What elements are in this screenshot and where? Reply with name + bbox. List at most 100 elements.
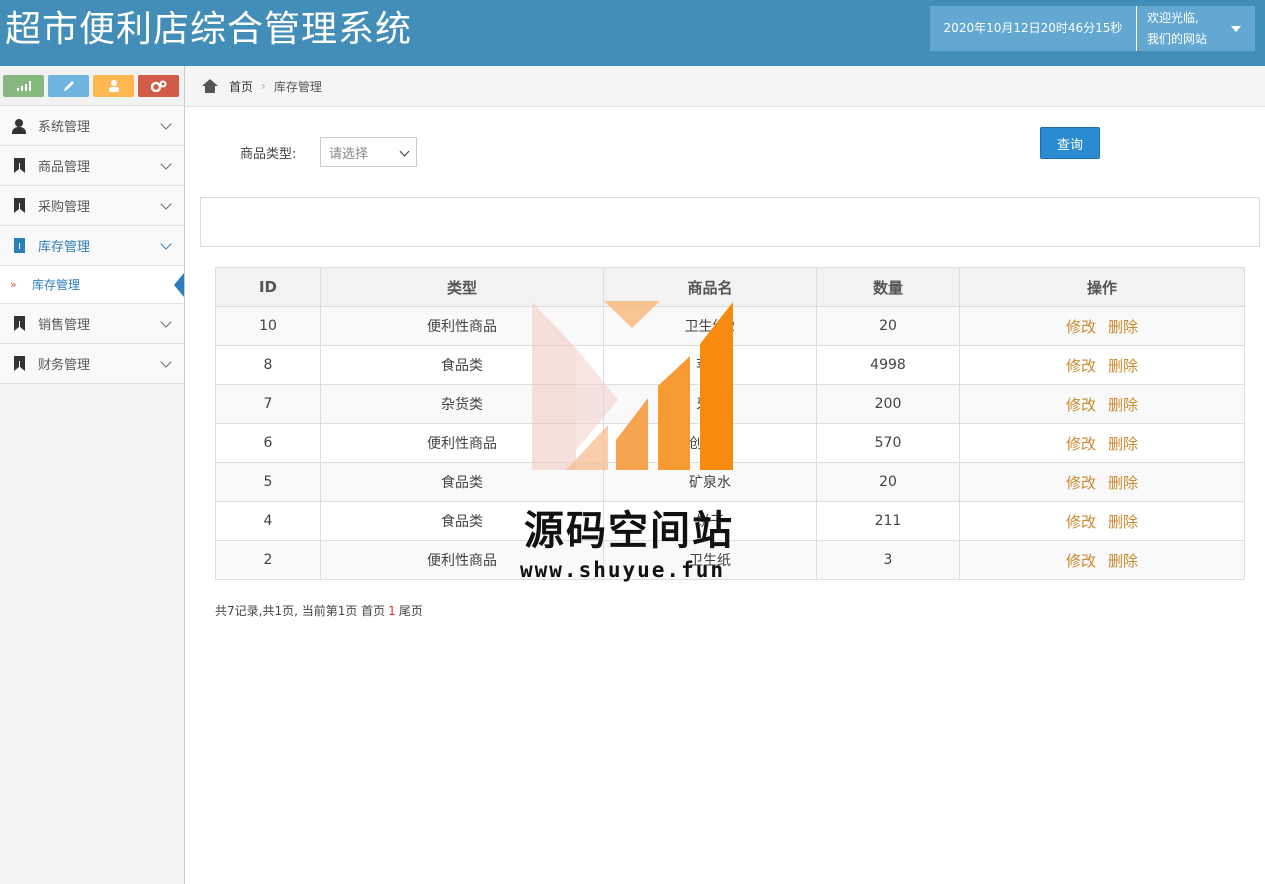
sidebar-item-system[interactable]: 系统管理	[0, 106, 184, 146]
result-panel	[200, 197, 1260, 247]
chevron-down-icon	[160, 355, 172, 368]
active-pointer-icon	[174, 273, 184, 297]
delete-link[interactable]: 删除	[1108, 474, 1138, 492]
shortcut-bar	[0, 66, 184, 106]
bookmark-icon	[0, 356, 38, 371]
sidebar-item-purchase[interactable]: 采购管理	[0, 186, 184, 226]
user-panel[interactable]: 2020年10月12日20时46分15秒 欢迎光临, 我们的网站	[930, 6, 1255, 51]
sidebar-item-label: 系统管理	[38, 120, 91, 135]
cell-actions: 修改 删除	[959, 306, 1245, 346]
chevron-down-icon	[399, 146, 410, 157]
table-row: 10 便利性商品 卫生纸2 20 修改 删除	[215, 306, 1245, 346]
submenu-item-inventory[interactable]: » 库存管理	[0, 266, 184, 304]
cell-type: 杂货类	[320, 384, 604, 424]
sidebar-item-label: 财务管理	[38, 358, 91, 373]
home-icon[interactable]	[202, 79, 218, 93]
table-row: 2 便利性商品 卫生纸 3 修改 删除	[215, 540, 1245, 580]
cogs-icon	[150, 80, 166, 92]
cell-qty: 20	[816, 306, 960, 346]
pagination: 共7记录,共1页, 当前第1页 首页 1 尾页	[215, 602, 423, 619]
cell-id: 4	[215, 501, 321, 541]
pagination-last-link[interactable]: 尾页	[399, 604, 423, 618]
cell-type: 便利性商品	[320, 306, 604, 346]
column-header-id: ID	[215, 267, 321, 307]
bookmark-icon	[0, 238, 38, 253]
edit-link[interactable]: 修改	[1066, 396, 1096, 414]
product-type-select[interactable]: 请选择	[320, 137, 417, 167]
cell-id: 6	[215, 423, 321, 463]
shortcut-signal-button[interactable]	[3, 75, 44, 97]
cell-qty: 4998	[816, 345, 960, 385]
delete-link[interactable]: 删除	[1108, 318, 1138, 336]
delete-link[interactable]: 删除	[1108, 552, 1138, 570]
table-row: 5 食品类 矿泉水 20 修改 删除	[215, 462, 1245, 502]
chevron-down-icon	[160, 117, 172, 130]
cell-name: 矿泉水	[603, 462, 817, 502]
sidebar-item-label: 库存管理	[38, 240, 91, 255]
pagination-summary: 共7记录,共1页, 当前第1页 首页	[215, 604, 386, 618]
pencil-icon	[63, 81, 74, 91]
pagination-current-page[interactable]: 1	[388, 604, 396, 618]
product-type-label: 商品类型:	[240, 147, 297, 162]
cell-type: 食品类	[320, 345, 604, 385]
delete-link[interactable]: 删除	[1108, 357, 1138, 375]
cell-id: 5	[215, 462, 321, 502]
cell-qty: 200	[816, 384, 960, 424]
breadcrumb-home-link[interactable]: 首页	[229, 78, 253, 95]
edit-link[interactable]: 修改	[1066, 552, 1096, 570]
sidebar-item-sales[interactable]: 销售管理	[0, 304, 184, 344]
cell-id: 10	[215, 306, 321, 346]
top-header: 超市便利店综合管理系统 2020年10月12日20时46分15秒 欢迎光临, 我…	[0, 0, 1265, 66]
breadcrumb: 首页 › 库存管理	[185, 66, 1265, 107]
cell-qty: 570	[816, 423, 960, 463]
delete-link[interactable]: 删除	[1108, 396, 1138, 414]
edit-link[interactable]: 修改	[1066, 513, 1096, 531]
cell-name: 创可贴	[603, 423, 817, 463]
bookmark-icon	[0, 316, 38, 331]
column-header-name: 商品名	[603, 267, 817, 307]
welcome-text[interactable]: 欢迎光临, 我们的网站	[1137, 8, 1227, 50]
delete-link[interactable]: 删除	[1108, 513, 1138, 531]
cell-id: 7	[215, 384, 321, 424]
sidebar-item-products[interactable]: 商品管理	[0, 146, 184, 186]
cell-type: 便利性商品	[320, 423, 604, 463]
chevron-down-icon	[160, 197, 172, 210]
edit-link[interactable]: 修改	[1066, 318, 1096, 336]
edit-link[interactable]: 修改	[1066, 474, 1096, 492]
column-header-actions: 操作	[959, 267, 1245, 307]
bookmark-icon	[0, 198, 38, 213]
table-header-row: ID 类型 商品名 数量 操作	[215, 267, 1245, 307]
cell-name: 苹果	[603, 345, 817, 385]
edit-link[interactable]: 修改	[1066, 435, 1096, 453]
sidebar-item-label: 销售管理	[38, 318, 91, 333]
cell-id: 8	[215, 345, 321, 385]
group-icon	[108, 80, 119, 92]
edit-link[interactable]: 修改	[1066, 357, 1096, 375]
breadcrumb-separator: ›	[261, 79, 266, 93]
table-row: 8 食品类 苹果 4998 修改 删除	[215, 345, 1245, 385]
sidebar-item-inventory[interactable]: 库存管理	[0, 226, 184, 266]
datetime-display: 2020年10月12日20时46分15秒	[930, 6, 1137, 51]
sidebar: 系统管理 商品管理 采购管理 库存管理 » 库存管理 销售管理 财务管理	[0, 66, 185, 884]
cell-actions: 修改 删除	[959, 345, 1245, 385]
shortcut-group-button[interactable]	[93, 75, 134, 97]
caret-down-icon[interactable]	[1231, 25, 1241, 32]
sidebar-item-finance[interactable]: 财务管理	[0, 344, 184, 384]
table-row: 6 便利性商品 创可贴 570 修改 删除	[215, 423, 1245, 463]
chevron-down-icon	[160, 237, 172, 250]
query-button[interactable]: 查询	[1040, 127, 1100, 159]
cell-actions: 修改 删除	[959, 501, 1245, 541]
user-icon	[0, 118, 38, 134]
column-header-qty: 数量	[816, 267, 960, 307]
cell-name: 卫生纸	[603, 540, 817, 580]
cell-type: 食品类	[320, 462, 604, 502]
cell-qty: 20	[816, 462, 960, 502]
double-arrow-icon: »	[10, 278, 17, 291]
select-value: 请选择	[329, 146, 369, 162]
shortcut-pencil-button[interactable]	[48, 75, 89, 97]
cell-name: 卫生纸2	[603, 306, 817, 346]
delete-link[interactable]: 删除	[1108, 435, 1138, 453]
breadcrumb-current: 库存管理	[273, 79, 322, 94]
shortcut-cogs-button[interactable]	[138, 75, 179, 97]
app-title: 超市便利店综合管理系统	[5, 9, 413, 50]
